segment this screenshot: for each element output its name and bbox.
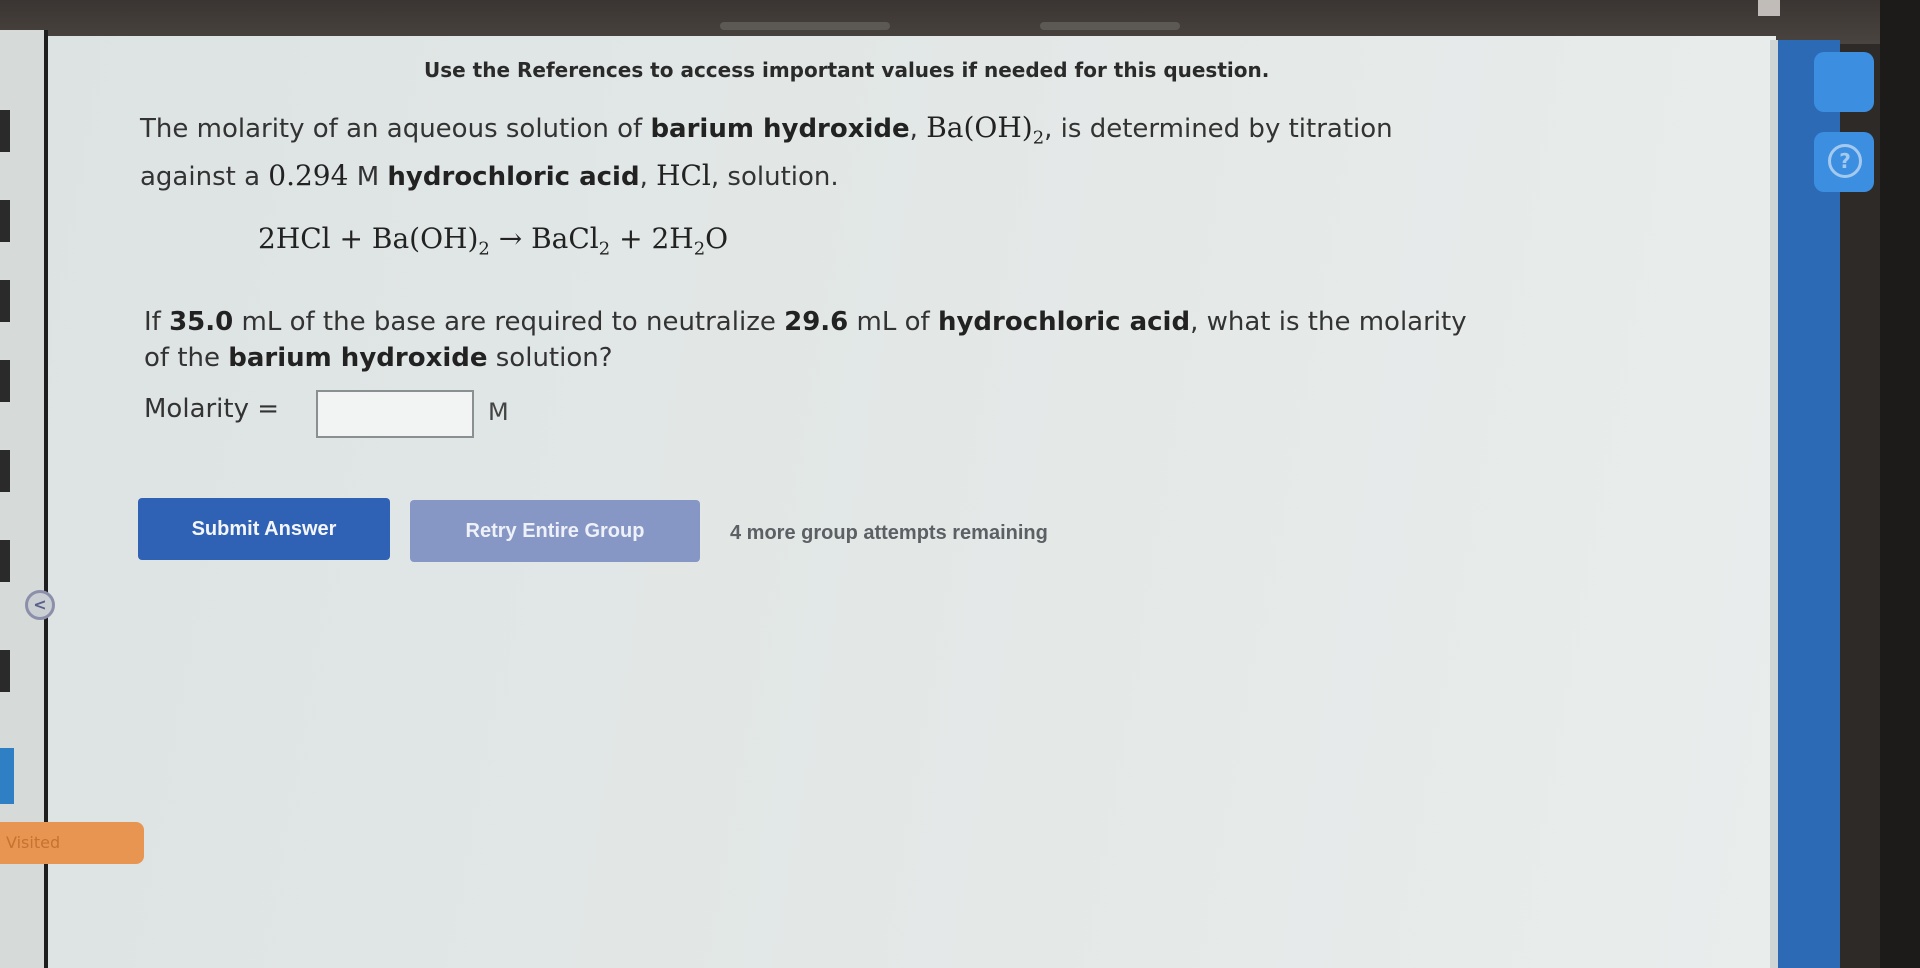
references-button[interactable] bbox=[1814, 52, 1874, 112]
sidebar-current-marker bbox=[0, 748, 14, 804]
question-intro-line-1: The molarity of an aqueous solution of b… bbox=[140, 110, 1393, 157]
references-note: Use the References to access important v… bbox=[424, 58, 1270, 82]
acid-unit: M bbox=[348, 162, 388, 192]
molarity-input[interactable] bbox=[316, 390, 474, 438]
help-button[interactable]: ? bbox=[1814, 132, 1874, 192]
sidebar-marker bbox=[0, 540, 10, 582]
prompt-text: mL of bbox=[848, 307, 938, 337]
base-volume: 35.0 bbox=[169, 307, 234, 337]
question-intro-line-2: against a 0.294 M hydrochloric acid, HCl… bbox=[140, 158, 839, 195]
sidebar-marker bbox=[0, 650, 10, 692]
intro-text: The molarity of an aqueous solution of bbox=[140, 114, 651, 144]
submit-answer-button[interactable]: Submit Answer bbox=[138, 498, 390, 560]
prompt-text: mL of the base are required to neutraliz… bbox=[233, 307, 785, 337]
base-name: barium hydroxide bbox=[228, 343, 488, 373]
attempts-remaining: 4 more group attempts remaining bbox=[730, 522, 1048, 544]
sidebar-marker bbox=[0, 200, 10, 242]
sidebar-marker bbox=[0, 280, 10, 322]
acid-formula: HCl bbox=[656, 159, 711, 192]
question-prompt-line-2: of the barium hydroxide solution? bbox=[144, 340, 613, 376]
molarity-label: Molarity = bbox=[144, 394, 280, 424]
screen-bezel bbox=[1880, 0, 1920, 968]
acid-name: hydrochloric acid bbox=[387, 162, 640, 192]
sidebar-marker bbox=[0, 450, 10, 492]
question-prompt-line-1: If 35.0 mL of the base are required to n… bbox=[144, 304, 1467, 340]
intro-text: , bbox=[909, 114, 927, 144]
toolbar-divider bbox=[1770, 40, 1778, 968]
acid-volume: 29.6 bbox=[784, 307, 849, 337]
acid-concentration: 0.294 bbox=[268, 159, 349, 192]
acid-name: hydrochloric acid bbox=[937, 307, 1191, 337]
intro-text: , bbox=[639, 162, 657, 192]
prompt-text: solution? bbox=[487, 343, 613, 373]
intro-text: , solution. bbox=[710, 162, 839, 192]
intro-text: , is determined by titration bbox=[1044, 114, 1393, 144]
intro-text: against a bbox=[140, 162, 269, 192]
sidebar-marker bbox=[0, 110, 10, 152]
retry-group-button[interactable]: Retry Entire Group bbox=[410, 500, 700, 562]
visited-badge: Visited bbox=[0, 822, 144, 864]
tab-indicator bbox=[720, 22, 890, 30]
window-control-icon[interactable] bbox=[1758, 0, 1780, 16]
tab-indicator bbox=[1040, 22, 1180, 30]
prompt-text: If bbox=[144, 307, 170, 337]
molarity-unit: M bbox=[488, 398, 509, 426]
prompt-text: of the bbox=[144, 343, 229, 373]
collapse-sidebar-button[interactable]: < bbox=[25, 590, 55, 620]
base-formula: Ba(OH)2 bbox=[926, 111, 1045, 149]
prompt-text: , what is the molarity bbox=[1190, 307, 1467, 337]
reaction-equation: 2HCl + Ba(OH)2 → BaCl2 + 2H2O bbox=[258, 222, 729, 260]
help-icon: ? bbox=[1828, 144, 1862, 178]
base-name: barium hydroxide bbox=[650, 114, 910, 144]
sidebar-marker bbox=[0, 360, 10, 402]
